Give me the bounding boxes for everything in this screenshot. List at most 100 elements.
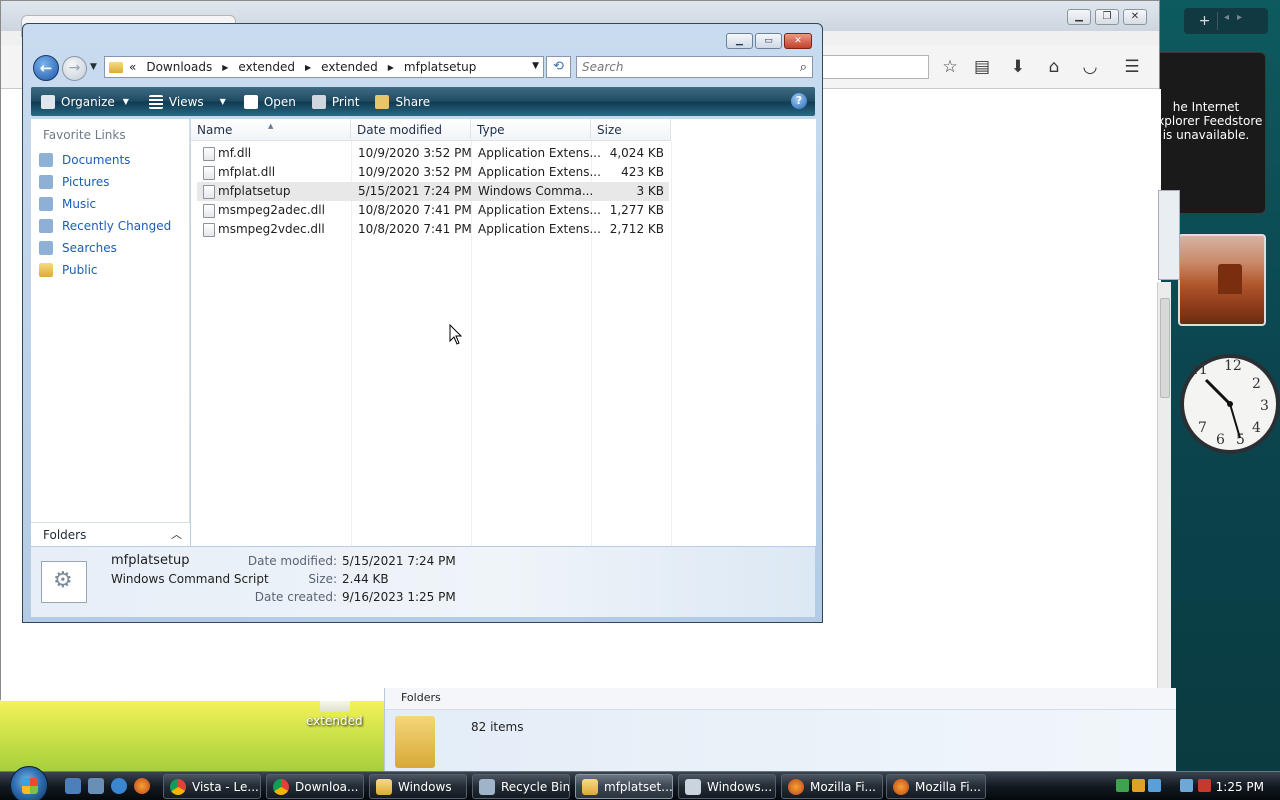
network-icon[interactable] (1180, 779, 1193, 792)
add-gadget-icon[interactable]: + (1192, 12, 1218, 30)
bookmark-star-icon[interactable]: ☆ (939, 56, 961, 78)
volume-muted-icon[interactable] (1198, 779, 1211, 792)
taskbar-button-label: Vista - Le... (192, 779, 259, 794)
internet-explorer-icon[interactable] (111, 778, 127, 794)
search-input[interactable]: Search ⌕ (576, 56, 813, 78)
minimize-icon[interactable]: ▁ (1067, 9, 1091, 25)
organize-button[interactable]: Organize ▼ (41, 94, 129, 109)
security-shield-icon[interactable] (1132, 779, 1145, 792)
breadcrumb-chevron-icon[interactable]: ▶ (222, 63, 228, 72)
back-arrow-icon[interactable]: ← (33, 55, 59, 81)
open-button[interactable]: Open (243, 94, 296, 109)
tray-app-icon[interactable] (1116, 779, 1129, 792)
breadcrumb-item[interactable]: Downloads (146, 60, 212, 74)
svg-text:5: 5 (1236, 432, 1245, 448)
taskbar-button-active[interactable]: mfplatset... (575, 774, 673, 799)
breadcrumb-chevron-icon[interactable]: ▶ (305, 63, 311, 72)
reading-list-icon[interactable]: ▤ (971, 56, 993, 78)
close-icon[interactable]: ✕ (784, 33, 812, 49)
folders-toggle[interactable]: Folders ︿ (31, 522, 190, 546)
svg-text:12: 12 (1224, 358, 1242, 374)
favorite-link-label: Searches (62, 241, 117, 255)
menu-hamburger-icon[interactable]: ☰ (1121, 56, 1143, 78)
refresh-icon[interactable]: ⟲ (546, 56, 571, 78)
breadcrumb-item[interactable]: mfplatsetup (404, 60, 477, 74)
taskbar-button-label: Downloa... (295, 779, 359, 794)
file-row[interactable]: msmpeg2adec.dll 10/8/2020 7:41 PM Applic… (197, 201, 669, 220)
views-button[interactable]: Views ▼ (148, 94, 226, 109)
downloads-icon[interactable]: ⬇ (1007, 56, 1029, 78)
file-row[interactable]: msmpeg2vdec.dll 10/8/2020 7:41 PM Applic… (197, 220, 669, 239)
slideshow-gadget[interactable] (1178, 234, 1266, 326)
firefox-icon (893, 778, 909, 795)
folder-icon (109, 61, 123, 73)
forward-arrow-icon[interactable]: → (62, 56, 87, 81)
column-type-label: Type (477, 123, 505, 137)
file-size: 2,712 KB (609, 222, 664, 236)
file-date: 10/8/2020 7:41 PM (358, 203, 472, 217)
feed-gadget-message: he Internet Explorer Feedstore is unavai… (1149, 100, 1263, 142)
file-row[interactable]: mfplat.dll 10/9/2020 3:52 PM Application… (197, 163, 669, 182)
taskbar-button[interactable]: Vista - Le... (163, 774, 261, 799)
taskbar-button[interactable]: Windows... (678, 774, 776, 799)
file-name: mfplat.dll (218, 165, 276, 179)
column-date-label: Date modified (357, 123, 443, 137)
column-divider (671, 141, 672, 546)
favorite-link-pictures[interactable]: Pictures (39, 172, 110, 192)
folder-icon (376, 778, 392, 795)
switch-windows-icon[interactable] (88, 778, 104, 794)
firefox-icon[interactable] (134, 778, 150, 794)
column-header-type[interactable]: Type (471, 119, 591, 141)
file-row-selected[interactable]: mfplatsetup 5/15/2021 7:24 PM Windows Co… (197, 182, 669, 201)
background-dialog-edge (1158, 190, 1180, 280)
address-dropdown-icon[interactable]: ▼ (532, 61, 539, 71)
taskbar-button[interactable]: Mozilla Fi... (781, 774, 883, 799)
print-button[interactable]: Print (311, 94, 359, 109)
favorite-link-documents[interactable]: Documents (39, 150, 130, 170)
item-count: 82 items (471, 720, 524, 734)
start-button[interactable] (10, 766, 48, 800)
minimize-icon[interactable]: ▁ (726, 33, 753, 49)
desktop-icon-label[interactable]: extended (306, 714, 363, 728)
maximize-icon[interactable]: ▭ (755, 33, 782, 49)
sidebar-nav-arrows-icon[interactable]: ◂▸ (1224, 12, 1250, 23)
home-icon[interactable]: ⌂ (1043, 56, 1065, 78)
share-button[interactable]: Share (375, 94, 431, 109)
recent-pages-chevron-icon[interactable]: ▼ (90, 62, 97, 72)
breadcrumb-chevron-icon[interactable]: ▶ (388, 63, 394, 72)
taskbar-button[interactable]: Recycle Bin (472, 774, 570, 799)
details-size-label: Size: (308, 572, 337, 586)
taskbar-button[interactable]: Downloa... (266, 774, 364, 799)
sidebar-controls: + ◂▸ (1184, 8, 1268, 34)
breadcrumb-overflow[interactable]: « (129, 60, 136, 74)
browser-url-bar[interactable] (821, 55, 929, 79)
address-bar[interactable]: « Downloads ▶ extended ▶ extended ▶ mfpl… (104, 56, 544, 78)
breadcrumb-item[interactable]: extended (321, 60, 378, 74)
pocket-icon[interactable]: ◡ (1079, 56, 1101, 78)
help-icon[interactable]: ? (791, 93, 807, 109)
background-folders-label[interactable]: Folders (401, 691, 441, 704)
column-name-label: Name (197, 123, 233, 137)
favorite-link-music[interactable]: Music (39, 194, 96, 214)
browser-scrollbar[interactable] (1157, 282, 1171, 702)
taskbar-button-label: mfplatset... (604, 779, 673, 794)
taskbar-clock[interactable]: 1:25 PM (1216, 780, 1264, 794)
file-row[interactable]: mf.dll 10/9/2020 3:52 PM Application Ext… (197, 144, 669, 163)
column-header-size[interactable]: Size (591, 119, 671, 141)
scrollbar-thumb[interactable] (1160, 298, 1170, 398)
taskbar-button[interactable]: Mozilla Fi... (886, 774, 986, 799)
show-desktop-icon[interactable] (65, 778, 81, 794)
taskbar-button[interactable]: Windows (369, 774, 467, 799)
breadcrumb-item[interactable]: extended (238, 60, 295, 74)
search-icon[interactable]: ⌕ (800, 58, 807, 78)
close-icon[interactable]: ✕ (1123, 9, 1147, 25)
favorite-link-recently-changed[interactable]: Recently Changed (39, 216, 171, 236)
column-size-label: Size (597, 123, 622, 137)
column-header-date[interactable]: Date modified (351, 119, 471, 141)
favorite-link-public[interactable]: Public (39, 260, 98, 280)
tray-app-icon[interactable] (1148, 779, 1161, 792)
favorite-link-searches[interactable]: Searches (39, 238, 117, 258)
column-header-name[interactable]: ▲ Name (191, 119, 351, 141)
share-label: Share (395, 94, 431, 109)
restore-icon[interactable]: ❐ (1095, 9, 1119, 25)
